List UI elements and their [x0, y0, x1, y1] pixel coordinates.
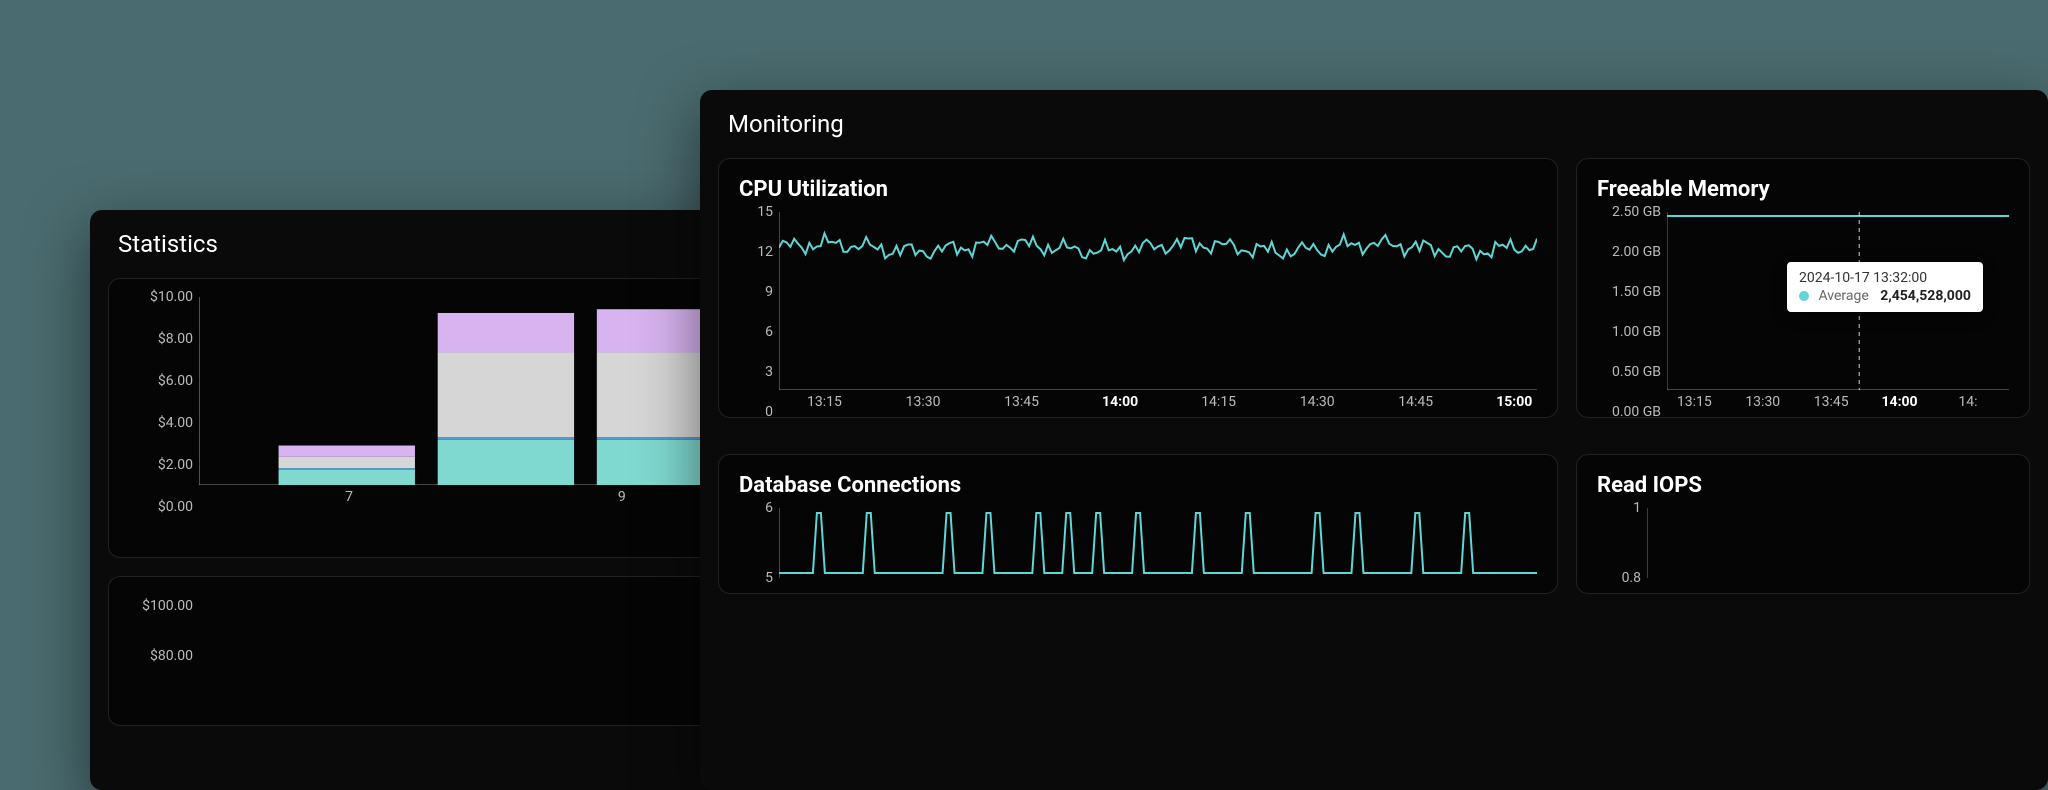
cpu-plot: [779, 212, 1537, 390]
tooltip-series-label: Average: [1818, 288, 1868, 304]
tooltip-dot-icon: [1799, 291, 1809, 301]
stat2-y-axis: $100.00 $80.00: [129, 595, 199, 705]
monitoring-panel: Monitoring CPU Utilization 15 12 9 6 3 0: [700, 90, 2048, 790]
cpu-y-axis: 15 12 9 6 3 0: [739, 212, 779, 412]
cpu-utilization-card: CPU Utilization 15 12 9 6 3 0: [718, 158, 1558, 418]
cpu-x-axis: 13:15 13:30 13:45 14:00 14:15 14:30 14:4…: [779, 390, 1537, 412]
freeable-memory-card: Freeable Memory 2.50 GB 2.00 GB 1.50 GB …: [1576, 158, 2030, 418]
mem-title: Freeable Memory: [1597, 177, 2009, 202]
read-iops-card: Read IOPS 1 0.8: [1576, 454, 2030, 594]
cpu-title: CPU Utilization: [739, 177, 1537, 202]
iops-title: Read IOPS: [1597, 473, 2009, 498]
monitoring-title: Monitoring: [700, 90, 2048, 158]
tooltip-value: 2,454,528,000: [1880, 288, 1971, 304]
tooltip-timestamp: 2024-10-17 13:32:00: [1799, 270, 1971, 286]
db-plot: [779, 508, 1537, 578]
stat1-y-axis: $10.00 $8.00 $6.00 $4.00 $2.00 $0.00: [129, 297, 199, 507]
db-title: Database Connections: [739, 473, 1537, 498]
mem-tooltip: 2024-10-17 13:32:00 Average 2,454,528,00…: [1787, 262, 1983, 312]
iops-plot: [1647, 508, 2009, 578]
mem-y-axis: 2.50 GB 2.00 GB 1.50 GB 1.00 GB 0.50 GB …: [1597, 212, 1667, 412]
iops-y-axis: 1 0.8: [1597, 508, 1647, 578]
mem-x-axis: 13:15 13:30 13:45 14:00 14:: [1667, 390, 2009, 412]
db-y-axis: 6 5: [739, 508, 779, 578]
database-connections-card: Database Connections 6 5: [718, 454, 1558, 594]
